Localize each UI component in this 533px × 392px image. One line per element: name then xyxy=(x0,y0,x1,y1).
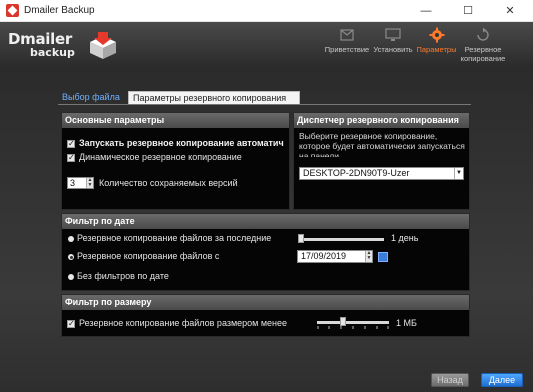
versions-label: Количество сохраняемых версий xyxy=(99,178,238,188)
close-button[interactable]: ✕ xyxy=(489,0,531,22)
backup-manager-title: Диспетчер резервного копирования xyxy=(294,113,469,128)
nav-backup[interactable]: Резервное копирование xyxy=(458,22,508,67)
size-filter-panel: Фильтр по размеру ✓ Резервное копировани… xyxy=(61,294,470,337)
date-since-value: 17/09/2019 xyxy=(301,251,347,261)
backup-manager-select[interactable]: DESKTOP-2DN90T9-Uzer ▼ xyxy=(299,167,464,180)
gear-icon xyxy=(429,27,444,43)
auto-backup-checkbox[interactable]: ✓ xyxy=(67,140,75,148)
app-icon xyxy=(6,4,19,17)
versions-stepper[interactable]: 3 ▲ ▼ xyxy=(67,177,94,189)
date-since-label: Резервное копирование файлов с xyxy=(77,251,220,261)
dynamic-backup-checkbox[interactable]: ✓ xyxy=(67,154,75,162)
title-bar: Dmailer Backup — ☐ ✕ xyxy=(0,0,533,22)
days-slider-thumb[interactable] xyxy=(298,234,304,243)
nav-install-label: Установить xyxy=(373,45,413,54)
calendar-icon[interactable] xyxy=(378,252,388,262)
backup-manager-description: Выберите резервное копирование, которое … xyxy=(299,131,465,157)
maximize-button[interactable]: ☐ xyxy=(447,0,489,22)
back-button[interactable]: Назад xyxy=(431,373,469,387)
size-slider-thumb[interactable] xyxy=(340,317,346,326)
days-slider[interactable] xyxy=(298,234,384,244)
nav-backup-label: Резервное копирование xyxy=(460,45,506,63)
date-filter-panel: Фильтр по дате Резервное копирование фай… xyxy=(61,213,470,291)
date-last-label: Резервное копирование файлов за последни… xyxy=(77,233,272,243)
logo-text-sub: backup xyxy=(30,46,75,59)
date-since-stepper[interactable]: ▲ ▼ xyxy=(365,251,372,262)
window-title: Dmailer Backup xyxy=(24,5,95,16)
nav-settings[interactable]: Параметры xyxy=(414,22,459,67)
nav-welcome[interactable]: Приветствие xyxy=(321,22,373,67)
nav-settings-label: Параметры xyxy=(416,45,457,54)
backup-manager-panel: Диспетчер резервного копирования Выберит… xyxy=(293,112,470,210)
tab-backup-settings[interactable]: Параметры резервного копирования xyxy=(128,91,300,104)
backup-icon xyxy=(477,27,489,41)
versions-value: 3 xyxy=(70,178,76,188)
next-button[interactable]: Далее xyxy=(481,373,523,387)
date-none-label: Без фильтров по дате xyxy=(77,271,169,281)
date-none-radio[interactable] xyxy=(68,274,74,280)
basic-settings-panel: Основные параметры ✓ Запускать резервное… xyxy=(61,112,290,210)
maximize-icon: ☐ xyxy=(463,5,473,17)
nav-install[interactable]: Установить xyxy=(371,22,415,67)
auto-backup-label: Запускать резервное копирование автомати… xyxy=(79,138,284,148)
size-filter-label: Резервное копирование файлов размером ме… xyxy=(79,318,288,328)
days-value: 1 день xyxy=(391,233,419,243)
minimize-icon: — xyxy=(420,5,432,17)
date-filter-title: Фильтр по дате xyxy=(62,214,469,229)
size-slider-track xyxy=(317,321,389,324)
main-content: Выбор файла Параметры резервного копиров… xyxy=(0,67,533,392)
tab-divider xyxy=(58,104,471,105)
basic-settings-title: Основные параметры xyxy=(62,113,289,128)
dynamic-backup-label: Динамическое резервное копирование xyxy=(79,152,242,162)
size-value: 1 МБ xyxy=(396,318,417,328)
size-slider[interactable] xyxy=(317,317,389,329)
logo-box-icon xyxy=(90,32,116,59)
versions-stepper-arrows[interactable]: ▲ ▼ xyxy=(86,178,93,188)
minimize-button[interactable]: — xyxy=(405,0,447,22)
chevron-down-icon: ▼ xyxy=(454,168,463,179)
date-since-radio[interactable] xyxy=(68,254,74,260)
dmailer-logo: Dmailer backup xyxy=(8,30,120,62)
tab-file-selection[interactable]: Выбор файла xyxy=(58,91,126,104)
days-slider-track xyxy=(298,238,384,241)
welcome-icon xyxy=(340,29,354,41)
backup-manager-selected: DESKTOP-2DN90T9-Uzer xyxy=(303,168,410,178)
date-since-input[interactable]: 17/09/2019 ▲ ▼ xyxy=(297,250,373,263)
size-filter-checkbox[interactable]: ✓ xyxy=(67,320,75,328)
close-icon: ✕ xyxy=(505,5,515,17)
app-header: Dmailer backup Приветствие Установить Па… xyxy=(0,22,533,67)
nav-welcome-label: Приветствие xyxy=(324,45,370,54)
date-last-radio[interactable] xyxy=(68,236,74,242)
size-slider-ticks xyxy=(317,326,389,329)
size-filter-title: Фильтр по размеру xyxy=(62,295,469,310)
monitor-icon xyxy=(385,28,401,41)
